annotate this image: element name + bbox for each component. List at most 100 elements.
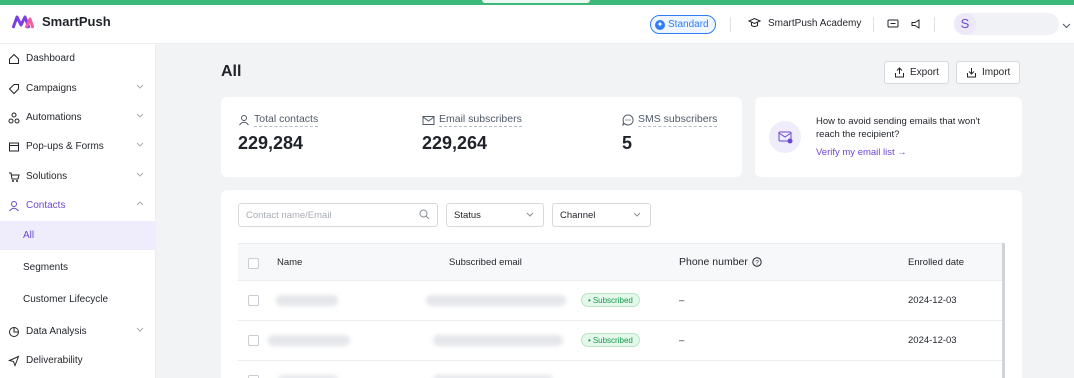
user-icon xyxy=(9,200,19,211)
pie-icon xyxy=(9,326,19,337)
sidebar-item-label: Deliverability xyxy=(26,355,83,366)
status-badge: • Subscribed xyxy=(581,333,640,347)
graduation-cap-icon xyxy=(748,17,761,27)
stat-label[interactable]: SMS subscribers xyxy=(638,113,718,127)
stat-value: 5 xyxy=(622,133,633,153)
export-button[interactable]: Export xyxy=(884,61,949,84)
redacted-name xyxy=(276,295,338,306)
column-header-phone[interactable]: Phone number ? xyxy=(679,256,762,268)
sidebar: Dashboard Campaigns Automations Pop-ups … xyxy=(0,44,156,378)
app-name: SmartPush xyxy=(42,14,111,29)
smartpush-logo-icon xyxy=(12,15,34,29)
send-icon xyxy=(8,355,20,367)
sidebar-item-label: Dashboard xyxy=(26,53,75,64)
row-checkbox[interactable] xyxy=(248,335,259,346)
header-divider xyxy=(730,17,731,32)
chevron-down-icon xyxy=(136,172,144,177)
stat-label[interactable]: Total contacts xyxy=(254,113,319,127)
academy-label: SmartPush Academy xyxy=(768,17,862,29)
chevron-down-icon xyxy=(526,212,534,217)
chevron-down-icon[interactable] xyxy=(1062,23,1071,29)
import-icon xyxy=(967,68,976,78)
import-label: Import xyxy=(982,67,1011,78)
status-select[interactable]: Status xyxy=(446,203,544,227)
sidebar-item-data-analysis[interactable]: Data Analysis xyxy=(0,317,156,346)
sidebar-item-dashboard[interactable]: Dashboard xyxy=(0,44,156,73)
phone-cell: – xyxy=(679,295,685,306)
avatar: S xyxy=(954,13,976,35)
chat-icon xyxy=(622,114,634,126)
person-icon xyxy=(239,115,249,126)
stat-sms-subscribers: SMS subscribers 5 xyxy=(622,113,718,154)
stat-email-subscribers: Email subscribers 229,264 xyxy=(422,113,522,154)
table-row[interactable]: • Subscribed – 2024-12-03 xyxy=(238,281,1005,321)
column-header-enrolled-date[interactable]: Enrolled date xyxy=(908,257,964,268)
sidebar-item-solutions[interactable]: Solutions xyxy=(0,162,156,191)
header-divider xyxy=(934,17,935,32)
user-menu[interactable]: S xyxy=(954,13,1059,35)
home-icon xyxy=(9,53,19,64)
redacted-email xyxy=(433,335,563,346)
popup-icon xyxy=(9,142,19,151)
redacted-email xyxy=(426,295,566,306)
channel-select[interactable]: Channel xyxy=(552,203,651,227)
plan-badge[interactable]: ✦ Standard xyxy=(650,15,716,34)
academy-link[interactable]: SmartPush Academy xyxy=(748,17,861,29)
stat-total-contacts: Total contacts 229,284 xyxy=(238,113,319,154)
message-icon[interactable] xyxy=(886,17,900,31)
table-scrollbar[interactable] xyxy=(1002,243,1005,378)
svg-text:?: ? xyxy=(755,260,759,267)
tip-text: How to avoid sending emails that won't r… xyxy=(816,116,980,140)
table-row-partial[interactable] xyxy=(238,361,1005,378)
chevron-up-icon xyxy=(136,201,144,206)
row-checkbox[interactable] xyxy=(248,295,259,306)
mail-icon xyxy=(422,115,435,125)
sidebar-item-deliverability[interactable]: Deliverability xyxy=(0,346,156,375)
chevron-down-icon xyxy=(633,212,641,217)
chevron-down-icon xyxy=(136,113,144,118)
top-tab-handle xyxy=(482,0,590,3)
column-header-name[interactable]: Name xyxy=(277,257,302,268)
column-header-email[interactable]: Subscribed email xyxy=(449,257,522,268)
sidebar-item-contacts[interactable]: Contacts xyxy=(0,191,156,220)
plan-star-icon: ✦ xyxy=(655,19,665,30)
help-icon[interactable]: ? xyxy=(752,257,762,267)
sidebar-item-label: Campaigns xyxy=(26,83,77,94)
export-icon xyxy=(895,67,904,78)
channel-select-label: Channel xyxy=(560,209,596,221)
stat-value: 229,284 xyxy=(238,133,304,153)
sidebar-item-popups-forms[interactable]: Pop-ups & Forms xyxy=(0,132,156,161)
header-divider xyxy=(873,17,874,32)
status-badge: • Subscribed xyxy=(581,293,640,307)
sidebar-item-label: Solutions xyxy=(26,171,68,182)
column-header-phone-label: Phone number xyxy=(679,256,748,268)
phone-cell: – xyxy=(679,335,685,346)
import-button[interactable]: Import xyxy=(956,61,1021,84)
chevron-down-icon xyxy=(136,142,144,147)
stat-label[interactable]: Email subscribers xyxy=(439,113,522,127)
top-header: SmartPush ✦ Standard SmartPush Academy S xyxy=(0,5,1074,44)
table-header: Name Subscribed email Phone number ? Enr… xyxy=(238,243,1005,281)
email-check-icon xyxy=(769,121,801,153)
sidebar-subitem-segments[interactable]: Segments xyxy=(0,253,156,282)
sidebar-item-automations[interactable]: Automations xyxy=(0,103,156,132)
search-placeholder: Contact name/Email xyxy=(246,209,332,221)
sidebar-item-label: Pop-ups & Forms xyxy=(26,141,104,152)
redacted-name xyxy=(268,335,350,346)
status-select-label: Status xyxy=(454,209,481,221)
sidebar-subitem-customer-lifecycle[interactable]: Customer Lifecycle xyxy=(0,285,156,314)
search-input[interactable]: Contact name/Email xyxy=(238,203,438,227)
enrolled-date-cell: 2024-12-03 xyxy=(908,335,957,346)
sidebar-item-campaigns[interactable]: Campaigns xyxy=(0,74,156,103)
plan-label: Standard xyxy=(668,19,709,30)
announcement-icon[interactable] xyxy=(909,17,923,31)
table-row[interactable]: • Subscribed – 2024-12-03 xyxy=(238,321,1005,361)
sidebar-subitem-label: All xyxy=(23,230,35,241)
select-all-checkbox[interactable] xyxy=(248,258,259,269)
chevron-down-icon xyxy=(136,327,144,332)
stat-value: 229,264 xyxy=(422,133,488,153)
tag-icon xyxy=(8,83,19,94)
app-logo[interactable]: SmartPush xyxy=(12,14,111,29)
verify-email-list-link[interactable]: Verify my email list → xyxy=(816,147,907,158)
sidebar-subitem-all[interactable]: All xyxy=(0,221,156,250)
